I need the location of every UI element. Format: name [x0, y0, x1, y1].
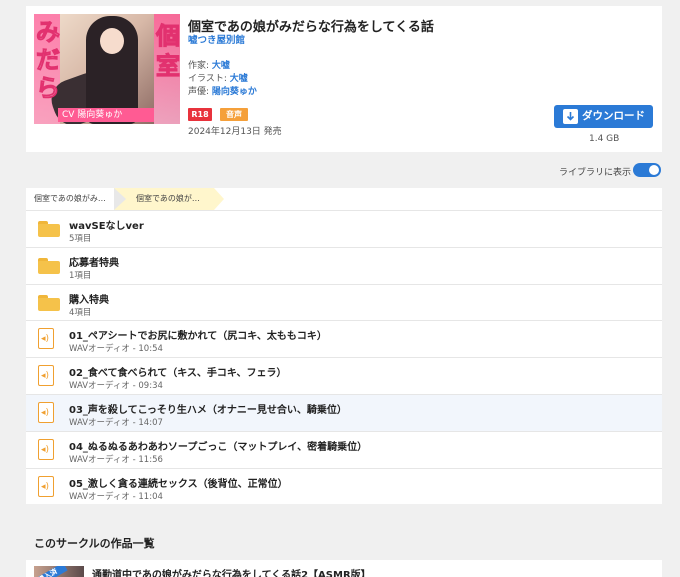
circle-link[interactable]: 嘘つき屋別館 — [188, 32, 245, 46]
audio-file-info: WAVオーディオ - 14:07 — [69, 417, 163, 428]
folder-row[interactable]: 応募者特典 1項目 — [26, 246, 662, 284]
folder-name: 応募者特典 — [69, 257, 119, 269]
folder-icon — [38, 257, 60, 274]
audio-file-row[interactable]: ◂) 01_ペアシートでお尻に敷かれて（尻コキ、太ももコキ） WAVオーディオ … — [26, 320, 662, 357]
audio-file-info: WAVオーディオ - 11:04 — [69, 491, 163, 502]
folder-count: 4項目 — [69, 307, 92, 318]
r18-tag: R18 — [188, 108, 212, 121]
audio-tag: 音声 — [220, 108, 248, 121]
audio-file-icon: ◂) — [38, 401, 54, 423]
file-size: 1.4 GB — [589, 134, 620, 144]
breadcrumb-tip — [214, 188, 224, 210]
illustrator-label: イラスト: — [188, 74, 227, 84]
download-label: ダウンロード — [582, 110, 645, 122]
audio-file-icon: ◂) — [38, 328, 54, 350]
library-toggle[interactable] — [633, 163, 661, 177]
voice-label: 声優: — [188, 87, 210, 97]
work-thumbnail[interactable]: 購入済 — [34, 566, 84, 577]
audio-file-row[interactable]: ◂) 04_ぬるぬるあわあわソープごっこ（マットプレイ、密着騎乗位） WAVオー… — [26, 430, 662, 468]
audio-file-icon: ◂) — [38, 438, 54, 460]
cover-cv-label: CV 陽向葵ゅか — [58, 108, 154, 122]
audio-file-row[interactable]: ◂) 05_激しく貪る連続セックス（後背位、正常位） WAVオーディオ - 11… — [26, 467, 662, 505]
author-label: 作家: — [188, 61, 210, 71]
audio-file-icon: ◂) — [38, 475, 54, 497]
folder-count: 1項目 — [69, 270, 92, 281]
audio-file-icon: ◂) — [38, 365, 54, 387]
audio-file-name: 02_食べて食べられて（キス、手コキ、フェラ） — [69, 368, 287, 380]
voice-link[interactable]: 陽向葵ゅか — [212, 87, 257, 97]
breadcrumb: 個室であの娘がみ… 個室であの娘が… — [26, 188, 662, 210]
author-row: 作家: 大嘘 — [188, 58, 230, 71]
folder-row[interactable]: wavSEなしver 5項目 — [26, 210, 662, 247]
circle-works-heading: このサークルの作品一覧 — [34, 537, 155, 550]
product-card: み だ ら 個 室 CV 陽向葵ゅか 個室であの娘がみだらな行為をしてくる話 嘘… — [26, 6, 662, 152]
illustrator-row: イラスト: 大嘘 — [188, 71, 248, 84]
audio-file-info: WAVオーディオ - 09:34 — [69, 381, 163, 392]
breadcrumb-separator — [114, 188, 126, 210]
folder-count: 5項目 — [69, 234, 92, 244]
purchased-ribbon: 購入済 — [34, 566, 68, 577]
audio-file-name: 05_激しく貪る連続セックス（後背位、正常位） — [69, 478, 288, 490]
folder-name: 購入特典 — [69, 294, 109, 306]
author-link[interactable]: 大嘘 — [212, 61, 230, 71]
audio-file-name: 01_ペアシートでお尻に敷かれて（尻コキ、太ももコキ） — [69, 331, 327, 343]
file-list: wavSEなしver 5項目 応募者特典 1項目 購入特典 4項目 ◂) 01_… — [26, 210, 662, 505]
folder-icon — [38, 294, 60, 311]
breadcrumb-item-root[interactable]: 個室であの娘がみ… — [26, 188, 122, 210]
breadcrumb-item-current[interactable]: 個室であの娘が… — [114, 188, 214, 210]
release-date: 2024年12月13日 発売 — [188, 127, 282, 137]
audio-file-info: WAVオーディオ - 11:56 — [69, 454, 163, 465]
folder-icon — [38, 221, 60, 237]
audio-file-row[interactable]: ◂) 02_食べて食べられて（キス、手コキ、フェラ） WAVオーディオ - 09… — [26, 357, 662, 394]
folder-row[interactable]: 購入特典 4項目 — [26, 283, 662, 321]
library-toggle-label: ライブラリに表示 — [559, 168, 632, 178]
voice-row: 声優: 陽向葵ゅか — [188, 84, 257, 97]
illustrator-link[interactable]: 大嘘 — [230, 74, 248, 84]
toggle-knob — [649, 165, 659, 175]
audio-file-name: 04_ぬるぬるあわあわソープごっこ（マットプレイ、密着騎乗位） — [69, 441, 368, 453]
audio-file-name: 03_声を殺してこっそり生ハメ（オナニー見せ合い、騎乗位） — [69, 404, 347, 416]
cover-image[interactable]: み だ ら 個 室 CV 陽向葵ゅか — [34, 14, 180, 124]
download-icon — [563, 109, 578, 124]
audio-file-row[interactable]: ◂) 03_声を殺してこっそり生ハメ（オナニー見せ合い、騎乗位） WAVオーディ… — [26, 393, 662, 431]
folder-name: wavSEなしver — [69, 221, 144, 232]
work-title[interactable]: 通勤道中であの娘がみだらな行為をしてくる話2【ASMR版】 — [92, 566, 371, 577]
download-button[interactable]: ダウンロード — [554, 105, 653, 128]
circle-work-item[interactable]: 購入済 通勤道中であの娘がみだらな行為をしてくる話2【ASMR版】 — [26, 560, 662, 577]
audio-file-info: WAVオーディオ - 10:54 — [69, 344, 163, 355]
